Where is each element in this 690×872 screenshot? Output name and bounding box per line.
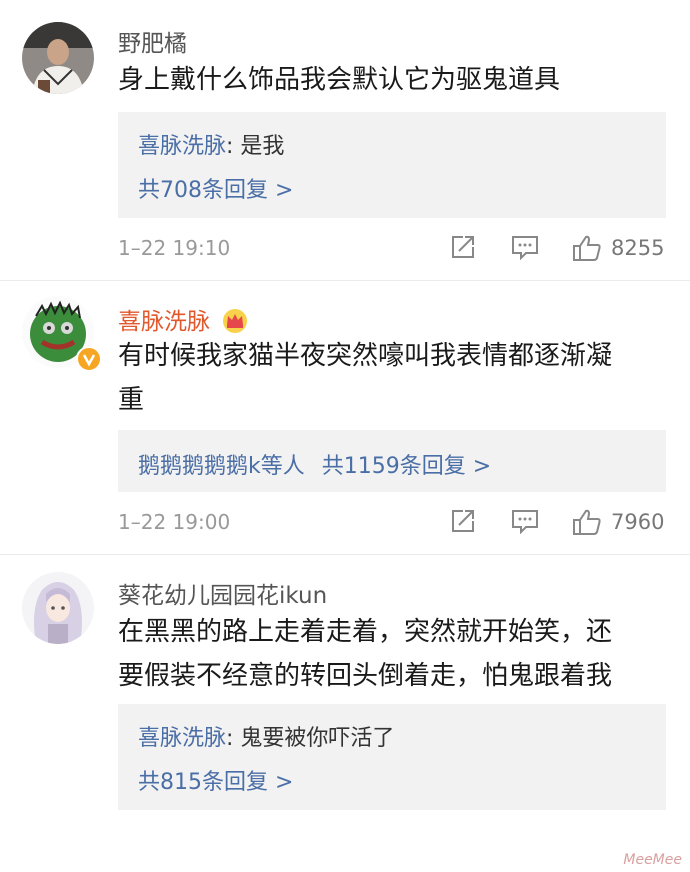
username-text[interactable]: 喜脉洗脉 — [118, 309, 210, 335]
reply-author[interactable]: 喜脉洗脉 — [138, 134, 226, 159]
avatar[interactable] — [22, 22, 94, 94]
reply-item[interactable]: 喜脉洗脉: 是我 — [138, 128, 284, 160]
comment-icon[interactable] — [511, 234, 539, 264]
reply-text: : 是我 — [226, 134, 285, 159]
divider — [0, 554, 690, 555]
reply-item[interactable]: 喜脉洗脉: 鬼要被你吓活了 — [138, 720, 394, 752]
comment-text-line: 在黑黑的路上走着走着，突然就开始笑，还 — [118, 617, 613, 647]
reply-count-link[interactable]: 共1159条回复 > — [322, 454, 491, 479]
share-icon[interactable] — [450, 508, 476, 538]
comment-text-line: 有时候我家猫半夜突然嚎叫我表情都逐渐凝 — [118, 341, 613, 371]
comment-text: 在黑黑的路上走着走着，突然就开始笑，还 要假装不经意的转回头倒着走，怕鬼跟着我 — [118, 610, 654, 698]
reply-preview[interactable]: 喜脉洗脉: 鬼要被你吓活了 共815条回复 > — [118, 704, 666, 810]
reply-count-link[interactable]: 共815条回复 > — [138, 764, 293, 796]
like-count: 8255 — [611, 236, 665, 260]
timestamp: 1–22 19:10 — [118, 236, 231, 260]
comment-text: 有时候我家猫半夜突然嚎叫我表情都逐渐凝 重 — [118, 334, 654, 422]
reply-preview[interactable]: 喜脉洗脉: 是我 共708条回复 > — [118, 112, 666, 218]
share-icon[interactable] — [450, 234, 476, 264]
username[interactable]: 葵花幼儿园园花ikun — [118, 576, 327, 610]
reply-count-link[interactable]: 共708条回复 > — [138, 172, 293, 204]
divider — [0, 280, 690, 281]
watermark: MeeMee — [623, 852, 682, 868]
reply-text-body: 鬼要被你吓活了 — [240, 726, 395, 751]
comment-meta: 1–22 19:00 7960 — [118, 508, 666, 538]
comment-text-line: 重 — [118, 385, 145, 415]
like-icon[interactable] — [572, 234, 602, 266]
comment-meta: 1–22 19:10 8255 — [118, 234, 666, 264]
comment-icon[interactable] — [511, 508, 539, 538]
reply-text: : 鬼要被你吓活了 — [226, 726, 395, 751]
comment-text-line: 要假装不经意的转回头倒着走，怕鬼跟着我 — [118, 661, 613, 691]
reply-author[interactable]: 喜脉洗脉 — [138, 726, 226, 751]
like-icon[interactable] — [572, 508, 602, 540]
comment-text: 身上戴什么饰品我会默认它为驱鬼道具 — [118, 65, 561, 95]
like-count: 7960 — [611, 510, 665, 534]
avatar[interactable] — [22, 572, 94, 644]
reply-preview[interactable]: 鹅鹅鹅鹅鹅k等人 共1159条回复 > — [118, 430, 666, 492]
timestamp: 1–22 19:00 — [118, 510, 231, 534]
verified-badge-icon — [76, 346, 102, 372]
reply-text-body: 是我 — [240, 134, 285, 159]
username[interactable]: 野肥橘 — [118, 24, 187, 58]
reply-authors[interactable]: 鹅鹅鹅鹅鹅k等人 — [138, 454, 305, 479]
reply-summary[interactable]: 鹅鹅鹅鹅鹅k等人 共1159条回复 > — [138, 448, 491, 480]
